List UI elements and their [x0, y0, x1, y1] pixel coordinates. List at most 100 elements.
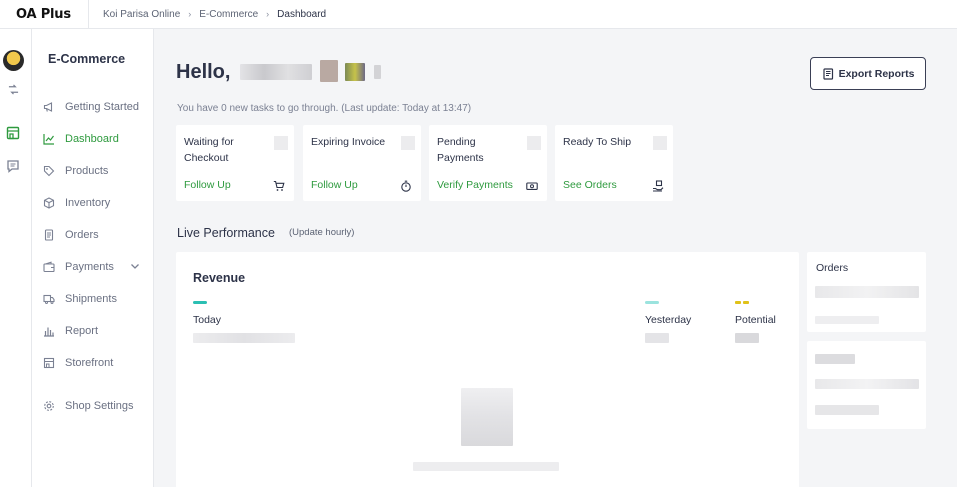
task-card-ready-to-ship[interactable]: Ready To Ship See Orders: [555, 125, 673, 201]
megaphone-icon: [42, 100, 56, 114]
stopwatch-icon: [400, 180, 412, 192]
document-icon: [42, 228, 56, 242]
sidebar-item-label: Report: [65, 325, 99, 337]
truck-icon: [42, 292, 56, 306]
stats-card: [807, 341, 926, 429]
revenue-title: Revenue: [193, 271, 246, 285]
top-bar: OA Plus Koi Parisa Online › E-Commerce ›…: [0, 0, 957, 29]
task-count-redacted: [274, 136, 288, 150]
stats-title-redacted: [815, 354, 855, 364]
page-title: Hello,: [176, 60, 381, 84]
breadcrumb-item-ecommerce[interactable]: E-Commerce: [199, 9, 258, 20]
cash-icon: [526, 180, 538, 192]
see-orders-link[interactable]: See Orders: [563, 179, 617, 191]
stats-subtext-redacted: [815, 405, 879, 415]
legend-swatch: [193, 301, 207, 304]
sidebar-item-storefront[interactable]: Storefront: [42, 354, 150, 372]
task-count-redacted: [401, 136, 415, 150]
task-card-title: Pending Payments: [437, 136, 484, 164]
box-icon: [42, 196, 56, 210]
gear-icon: [42, 399, 56, 413]
bar-chart-icon: [42, 324, 56, 338]
orders-title: Orders: [816, 262, 849, 274]
task-card-title: Ready To Ship: [563, 136, 632, 148]
export-reports-button[interactable]: Export Reports: [810, 57, 926, 90]
app-logo[interactable]: OA Plus: [0, 7, 88, 22]
sidebar-item-label: Inventory: [65, 197, 111, 209]
task-card-title: Waiting for Checkout: [184, 136, 234, 164]
legend-yesterday: Yesterday: [645, 301, 691, 346]
yesterday-value-redacted: [645, 333, 669, 343]
legend-label: Yesterday: [645, 314, 692, 326]
app-rail: [0, 29, 32, 487]
legend-potential: Potential: [735, 301, 776, 346]
sidebar-item-label: Getting Started: [65, 101, 139, 113]
legend-label: Today: [193, 314, 222, 326]
avatar[interactable]: [3, 50, 24, 71]
sidebar-title: E-Commerce: [48, 52, 126, 66]
tag-icon: [42, 164, 56, 178]
breadcrumb-item-dashboard: Dashboard: [277, 8, 327, 20]
cart-icon: [273, 180, 285, 192]
live-performance-subtitle: (Update hourly): [289, 227, 355, 238]
chart-line-icon: [42, 132, 56, 146]
task-card-pending-payments[interactable]: Pending Payments Verify Payments: [429, 125, 547, 201]
task-card-expiring-invoice[interactable]: Expiring Invoice Follow Up: [303, 125, 421, 201]
stats-value-redacted: [815, 379, 919, 389]
user-name-redacted: [319, 60, 338, 82]
wallet-icon: [42, 260, 56, 274]
export-reports-label: Export Reports: [838, 67, 915, 80]
sidebar-item-dashboard[interactable]: Dashboard: [42, 130, 150, 148]
live-performance-title: Live Performance: [177, 226, 275, 240]
empty-state-illustration-redacted: [461, 388, 513, 446]
package-hand-icon: [652, 180, 664, 192]
sidebar-item-label: Payments: [65, 261, 114, 273]
orders-card: Orders: [807, 252, 926, 332]
report-icon: [822, 67, 834, 80]
chat-icon[interactable]: [5, 158, 21, 174]
orders-subtext-redacted: [815, 316, 879, 324]
task-card-title: Expiring Invoice: [311, 136, 386, 148]
sidebar-item-getting-started[interactable]: Getting Started: [42, 98, 150, 116]
empty-state-text-redacted: [413, 462, 559, 471]
sidebar: E-Commerce Getting Started Dashboard Pro…: [32, 29, 154, 487]
legend-today: Today: [193, 301, 295, 346]
sidebar-item-label: Orders: [65, 229, 99, 241]
sidebar-item-label: Shop Settings: [65, 400, 134, 412]
store-icon: [42, 356, 56, 370]
legend-label: Potential: [735, 314, 776, 326]
user-name-redacted: [373, 65, 381, 79]
verify-payments-link[interactable]: Verify Payments: [437, 179, 513, 191]
follow-up-link[interactable]: Follow Up: [184, 179, 231, 191]
tasks-summary: You have 0 new tasks to go through. (Las…: [177, 103, 472, 114]
user-name-redacted: [345, 63, 366, 81]
sidebar-item-inventory[interactable]: Inventory: [42, 194, 150, 212]
task-card-waiting-checkout[interactable]: Waiting for Checkout Follow Up: [176, 125, 294, 201]
sidebar-item-label: Dashboard: [65, 133, 119, 145]
task-count-redacted: [653, 136, 667, 150]
sidebar-item-label: Storefront: [65, 357, 114, 369]
revenue-card: Revenue Today Yesterday Potential: [176, 252, 799, 487]
task-count-redacted: [527, 136, 541, 150]
orders-value-redacted: [815, 286, 919, 298]
chevron-right-icon: ›: [266, 9, 270, 19]
chevron-down-icon[interactable]: [130, 261, 140, 274]
today-value-redacted: [193, 333, 295, 343]
legend-swatch: [735, 301, 749, 304]
user-name-redacted: [240, 64, 313, 80]
potential-value-redacted: [735, 333, 759, 343]
sidebar-item-products[interactable]: Products: [42, 162, 150, 180]
breadcrumb: Koi Parisa Online › E-Commerce › Dashboa…: [89, 9, 326, 20]
chevron-right-icon: ›: [188, 9, 192, 19]
store-icon[interactable]: [5, 125, 21, 141]
sidebar-item-shipments[interactable]: Shipments: [42, 290, 150, 308]
follow-up-link[interactable]: Follow Up: [311, 179, 358, 191]
sidebar-item-shop-settings[interactable]: Shop Settings: [42, 397, 150, 415]
switch-icon[interactable]: [5, 81, 21, 97]
greeting-text: Hello,: [176, 61, 231, 83]
sidebar-item-orders[interactable]: Orders: [42, 226, 150, 244]
sidebar-item-report[interactable]: Report: [42, 322, 150, 340]
sidebar-item-payments[interactable]: Payments: [42, 258, 150, 276]
sidebar-item-label: Products: [65, 165, 109, 177]
breadcrumb-item-store[interactable]: Koi Parisa Online: [103, 9, 180, 20]
